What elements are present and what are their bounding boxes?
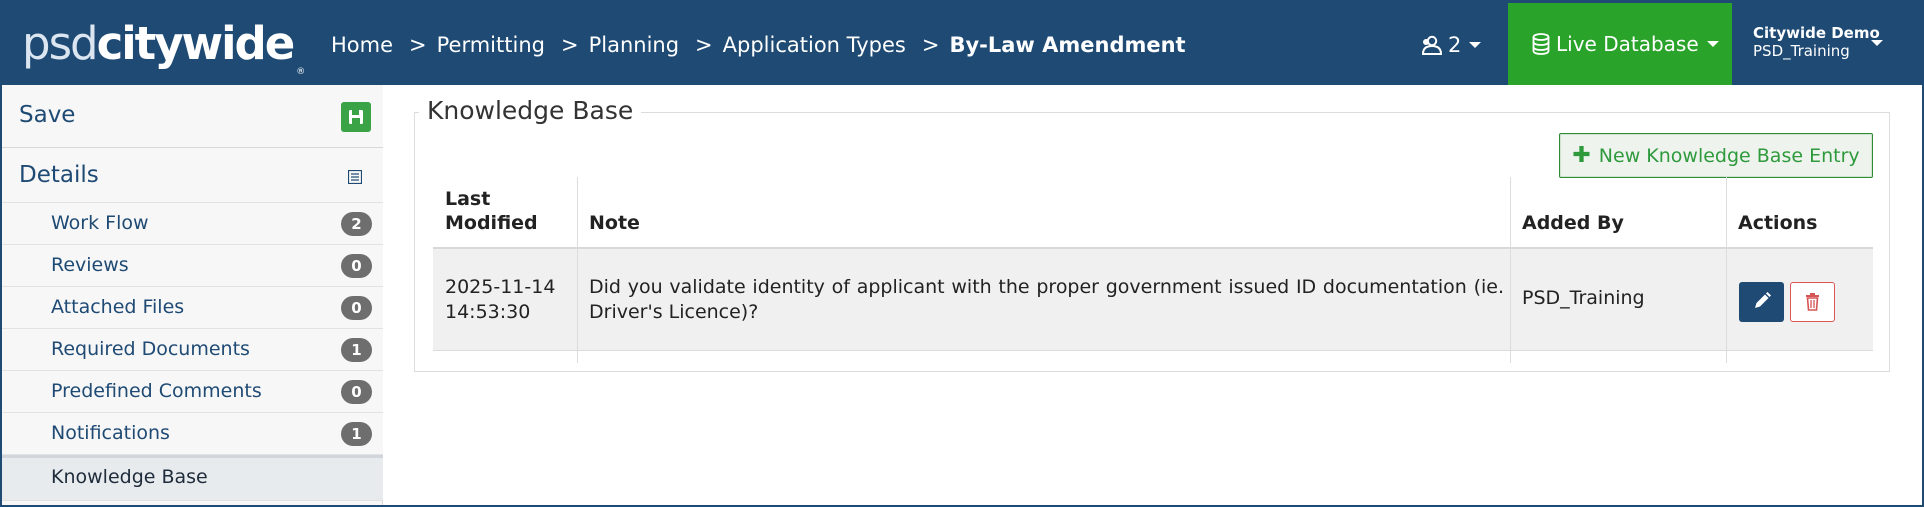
users-count: 2 [1448, 33, 1462, 57]
database-icon [1532, 33, 1550, 55]
save-label: Save [19, 102, 76, 128]
count-badge: 2 [341, 212, 372, 236]
top-navbar: psdcitywide® Home > Permitting > Plannin… [2, 3, 1922, 85]
breadcrumb-permitting[interactable]: Permitting [437, 33, 545, 57]
breadcrumb-current: By-Law Amendment [949, 33, 1186, 57]
column-header-text: Last [445, 188, 491, 210]
floppy-disk-icon [349, 110, 363, 124]
user-org: PSD_Training [1753, 42, 1850, 60]
users-dropdown[interactable]: 2 [1420, 27, 1482, 63]
table-row: 2025-11-14 14:53:30 Did you validate ide… [433, 249, 1873, 351]
date-text: 2025-11-14 [445, 276, 556, 298]
trash-icon [1806, 293, 1819, 311]
logo-registered-mark: ® [296, 67, 306, 77]
count-badge: 0 [341, 254, 372, 278]
breadcrumb-separator: > [921, 33, 940, 57]
sidebar-item-label: Notifications [51, 422, 170, 444]
user-name: Citywide Demo [1753, 24, 1880, 42]
column-header-note[interactable]: Note [577, 177, 1510, 247]
column-header-text: Actions [1738, 212, 1818, 234]
sidebar-item-required-documents[interactable]: Required Documents 1 [2, 329, 383, 371]
count-badge: 1 [341, 338, 372, 362]
column-divider [1510, 177, 1511, 363]
list-icon [348, 170, 362, 184]
sidebar-details-header[interactable]: Details [2, 148, 383, 203]
new-entry-label: New Knowledge Base Entry [1598, 144, 1860, 167]
cell-last-modified: 2025-11-14 14:53:30 [445, 275, 555, 377]
sidebar-item-notifications[interactable]: Notifications 1 [2, 413, 383, 455]
database-selector[interactable]: Live Database [1508, 3, 1732, 85]
count-badge: 0 [341, 380, 372, 404]
sidebar-item-label: Reviews [51, 254, 129, 276]
new-knowledge-base-entry-button[interactable]: ✚ New Knowledge Base Entry [1559, 133, 1873, 178]
breadcrumb-application-types[interactable]: Application Types [723, 33, 906, 57]
column-divider [577, 177, 578, 363]
count-badge: 0 [341, 296, 372, 320]
breadcrumb-separator: > [560, 33, 579, 57]
save-button[interactable] [341, 102, 371, 132]
users-icon [1421, 35, 1442, 55]
cell-added-by: PSD_Training [1522, 287, 1645, 309]
column-header-actions: Actions [1726, 177, 1873, 247]
time-text: 14:53:30 [445, 301, 531, 323]
database-label: Live Database [1556, 32, 1699, 56]
logo-citywide: citywide [96, 17, 296, 70]
sidebar-item-label: Predefined Comments [51, 380, 262, 402]
sidebar-item-label: Required Documents [51, 338, 250, 360]
page-title: Knowledge Base [419, 96, 642, 125]
breadcrumb-separator: > [409, 33, 427, 57]
count-badge: 1 [341, 422, 372, 446]
sidebar-item-label: Knowledge Base [51, 466, 208, 488]
chevron-down-icon [1469, 42, 1482, 48]
plus-icon: ✚ [1572, 143, 1591, 168]
details-label: Details [19, 162, 99, 188]
app-logo[interactable]: psdcitywide® [22, 21, 305, 78]
sidebar: Save Details Work Flow 2 Reviews 0 Attac… [2, 85, 383, 505]
column-header-last-modified[interactable]: Last Modified [433, 177, 577, 247]
edit-button[interactable] [1739, 282, 1784, 322]
column-divider [1726, 177, 1727, 363]
column-header-text: Note [589, 212, 640, 234]
sidebar-item-attached-files[interactable]: Attached Files 0 [2, 287, 383, 329]
sidebar-item-work-flow[interactable]: Work Flow 2 [2, 203, 383, 245]
pencil-icon [1755, 292, 1771, 308]
chevron-down-icon [1706, 41, 1719, 47]
breadcrumb-separator: > [695, 33, 713, 57]
logo-psd: psd [22, 17, 99, 70]
delete-button[interactable] [1790, 282, 1835, 322]
breadcrumb-home[interactable]: Home [331, 33, 393, 57]
cell-note: Did you validate identity of applicant w… [589, 276, 1504, 323]
breadcrumb-planning[interactable]: Planning [589, 33, 679, 57]
user-menu[interactable]: Citywide Demo PSD_Training [1753, 24, 1913, 64]
sidebar-item-predefined-comments[interactable]: Predefined Comments 0 [2, 371, 383, 413]
sidebar-item-knowledge-base[interactable]: Knowledge Base [2, 455, 383, 501]
column-header-text: Added By [1522, 212, 1624, 234]
column-header-text: Modified [445, 212, 538, 234]
sidebar-item-label: Attached Files [51, 296, 185, 318]
sidebar-save[interactable]: Save [2, 85, 383, 148]
chevron-down-icon [1871, 40, 1883, 46]
breadcrumb: Home > Permitting > Planning > Applicati… [331, 31, 1186, 59]
sidebar-item-reviews[interactable]: Reviews 0 [2, 245, 383, 287]
sidebar-item-label: Work Flow [51, 212, 149, 234]
column-header-added-by[interactable]: Added By [1510, 177, 1726, 247]
table-header: Last Modified Note Added By Actions [433, 177, 1873, 249]
